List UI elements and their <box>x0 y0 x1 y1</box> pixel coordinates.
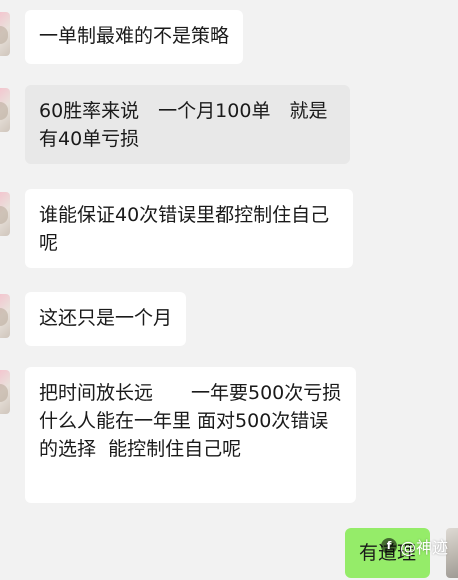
contact-avatar[interactable] <box>0 294 10 338</box>
watermark-handle: @神迹 <box>399 538 448 557</box>
message-bubble[interactable]: 这还只是一个月 <box>25 292 187 346</box>
message-bubble[interactable]: 把时间放长远 一年要500次亏损 什么人能在一年里 面对500次错误的选择 能控… <box>25 367 356 503</box>
contact-avatar[interactable] <box>0 192 10 236</box>
watermark-logo-icon: f <box>380 538 397 554</box>
watermark: f @神迹 <box>380 534 448 558</box>
message-bubble[interactable]: 60胜率来说 一个月100单 就是有40单亏损 <box>25 85 350 164</box>
message-bubble[interactable]: 一单制最难的不是策略 <box>25 10 244 64</box>
contact-avatar[interactable] <box>0 370 10 414</box>
message-bubble[interactable]: 谁能保证40次错误里都控制住自己呢 <box>25 189 353 268</box>
contact-avatar[interactable] <box>0 88 10 132</box>
contact-avatar[interactable] <box>0 12 10 56</box>
